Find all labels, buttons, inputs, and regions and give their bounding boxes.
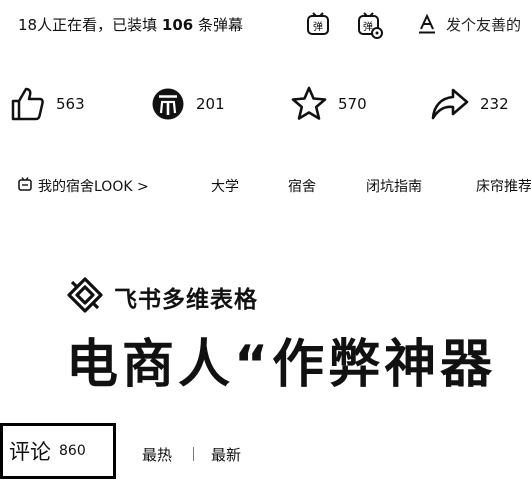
- svg-text:弹: 弹: [313, 20, 323, 33]
- sort-new-button[interactable]: 最新: [211, 444, 241, 465]
- tag-bed-curtain[interactable]: 床帘推荐: [476, 176, 531, 196]
- tag-dorm-look[interactable]: 我的宿舍LOOK >: [18, 176, 149, 196]
- comments-label: 评论: [9, 440, 51, 464]
- like-count: 563: [56, 95, 85, 113]
- coin-button[interactable]: 201: [150, 84, 225, 124]
- danmaku-settings-icon[interactable]: 弹: [357, 11, 383, 39]
- like-button[interactable]: 563: [10, 84, 85, 124]
- comments-tab[interactable]: 评论 860: [0, 423, 116, 479]
- share-count: 232: [480, 95, 509, 113]
- brand-header: 飞书多维表格: [66, 276, 258, 318]
- star-icon: [290, 85, 328, 123]
- comments-count: 860: [59, 443, 86, 459]
- tv-icon: [18, 177, 32, 195]
- share-button[interactable]: 232: [430, 84, 509, 124]
- danmaku-count: 106: [161, 16, 194, 34]
- coin-count: 201: [196, 95, 225, 113]
- viewer-status: 18人正在看，已装填 106 条弹幕: [18, 14, 243, 35]
- cover-title: 电商人“作弊神器: [66, 335, 497, 395]
- tag-label: 我的宿舍LOOK >: [38, 179, 149, 195]
- coin-icon: [150, 86, 186, 122]
- feishu-logo-icon: [66, 276, 104, 318]
- favorite-button[interactable]: 570: [290, 84, 367, 124]
- tag-university[interactable]: 大学: [211, 176, 239, 196]
- danmaku-toggle-icon[interactable]: 弹: [306, 11, 330, 37]
- favorite-count: 570: [338, 95, 367, 113]
- thumbs-up-icon: [10, 86, 46, 122]
- viewer-text: 人正在看，已装填: [37, 16, 158, 34]
- font-style-icon[interactable]: [418, 13, 436, 38]
- sort-divider: [193, 447, 194, 461]
- tag-pitfall-guide[interactable]: 闭坑指南: [366, 176, 422, 196]
- brand-name: 飞书多维表格: [114, 287, 258, 313]
- viewer-count: 18: [18, 16, 38, 34]
- tag-dorm[interactable]: 宿舍: [288, 176, 316, 196]
- danmaku-unit: 条弹幕: [197, 16, 243, 34]
- sort-hot-button[interactable]: 最热: [142, 444, 172, 465]
- share-arrow-icon: [430, 86, 470, 122]
- danmaku-input[interactable]: 发个友善的: [446, 14, 521, 35]
